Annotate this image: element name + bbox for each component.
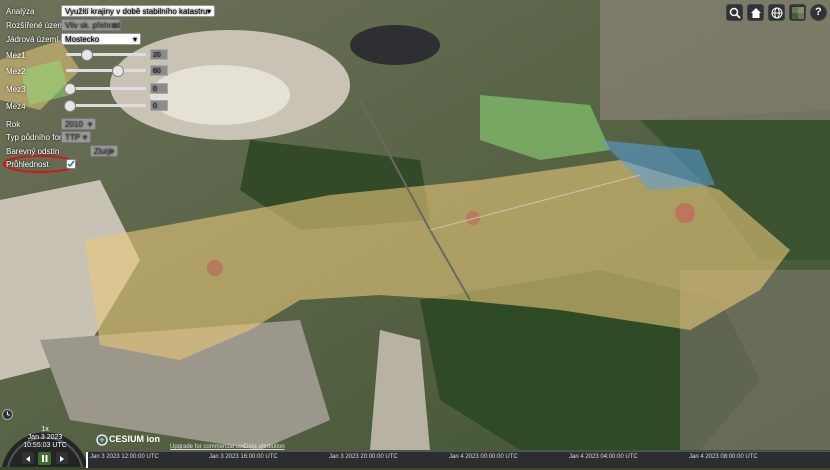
help-button[interactable]: ? [810,4,827,21]
timeline-tick-label: Jan 3 2023 20:00:00 UTC [329,454,398,460]
slider-knob[interactable] [81,49,93,61]
timeline-needle[interactable] [86,452,88,468]
help-icon: ? [815,6,822,18]
play-button[interactable] [56,452,68,464]
slider-value-3[interactable]: 0 [150,83,168,94]
time-readout: 10:55:03 UTC [23,442,67,449]
village-marker [207,260,223,276]
home-button[interactable] [747,4,764,21]
globe-icon [771,7,783,19]
upgrade-link[interactable]: Upgrade for commercial use. [170,444,247,450]
animation-widget: 1x Jan 3 2023 10:55:03 UTC [0,408,90,467]
slider-label-3: Mez3 [6,85,26,94]
timeline-tick-label: Jan 3 2023 16:00:00 UTC [209,454,278,460]
analysis-label: Analýza [6,7,35,16]
color-label: Barevný odstín [6,147,60,156]
home-icon [751,8,761,18]
layers-icon [792,7,804,19]
slider-value-4[interactable]: 0 [150,100,168,111]
data-attribution-link[interactable]: Data attribution [244,444,285,450]
slider-label-4: Mez4 [6,102,26,111]
core-area-select[interactable]: Mostecko [61,33,141,45]
slider-mez3[interactable] [64,83,146,95]
pause-button[interactable] [38,452,51,465]
rewind-button[interactable] [22,452,34,464]
base-layer-button[interactable] [789,4,806,21]
slider-value-2[interactable]: 60 [150,65,168,76]
speed-readout: 1x [41,426,49,433]
unit-type-select[interactable]: TTP [61,131,91,143]
slider-mez1[interactable] [66,49,146,61]
extended-area-select[interactable]: Vliv sk. přehrada [61,19,121,31]
slider-knob[interactable] [64,83,76,95]
slider-value-1[interactable]: 20 [150,49,168,60]
clock-icon[interactable] [2,409,13,420]
rewind-icon [26,456,30,462]
search-button[interactable] [726,4,743,21]
slider-label-1: Mez1 [6,51,26,60]
slider-mez4[interactable] [64,100,146,112]
core-area-label: Jádrová území [6,35,59,44]
slider-mez2[interactable] [66,65,146,77]
village-marker [466,211,480,225]
timeline-tick-label: Jan 4 2023 04:00:00 UTC [569,454,638,460]
slider-label-2: Mez2 [6,67,26,76]
transparency-label: Průhlednost [6,160,49,169]
extended-area-label: Rozšířené území [6,21,67,30]
color-select[interactable]: Zlutý [90,145,118,157]
slider-knob[interactable] [64,100,76,112]
cesium-logo-icon [96,434,108,446]
play-icon [60,456,64,462]
transparency-checkbox[interactable] [66,159,76,169]
year-select[interactable]: 2010 [61,118,96,130]
timeline[interactable]: Jan 3 2023 12:00:00 UTC Jan 3 2023 16:00… [86,451,830,468]
timeline-tick-label: Jan 3 2023 12:00:00 UTC [90,454,159,460]
search-icon [729,7,741,19]
slider-knob[interactable] [112,65,124,77]
checkmark-icon [67,160,75,168]
village-marker [675,203,695,223]
timeline-tick-label: Jan 4 2023 00:00:00 UTC [449,454,518,460]
analysis-select[interactable]: Využití krajiny v době stabilního katast… [61,5,215,17]
scene-mode-button[interactable] [768,4,785,21]
year-label: Rok [6,120,21,129]
cesium-logo[interactable]: CESIUM ion [96,434,168,446]
cesium-logo-text: CESIUM ion [109,434,160,444]
date-readout: Jan 3 2023 [27,434,63,441]
pause-icon [42,455,48,462]
timeline-tick-label: Jan 4 2023 08:00:00 UTC [689,454,758,460]
